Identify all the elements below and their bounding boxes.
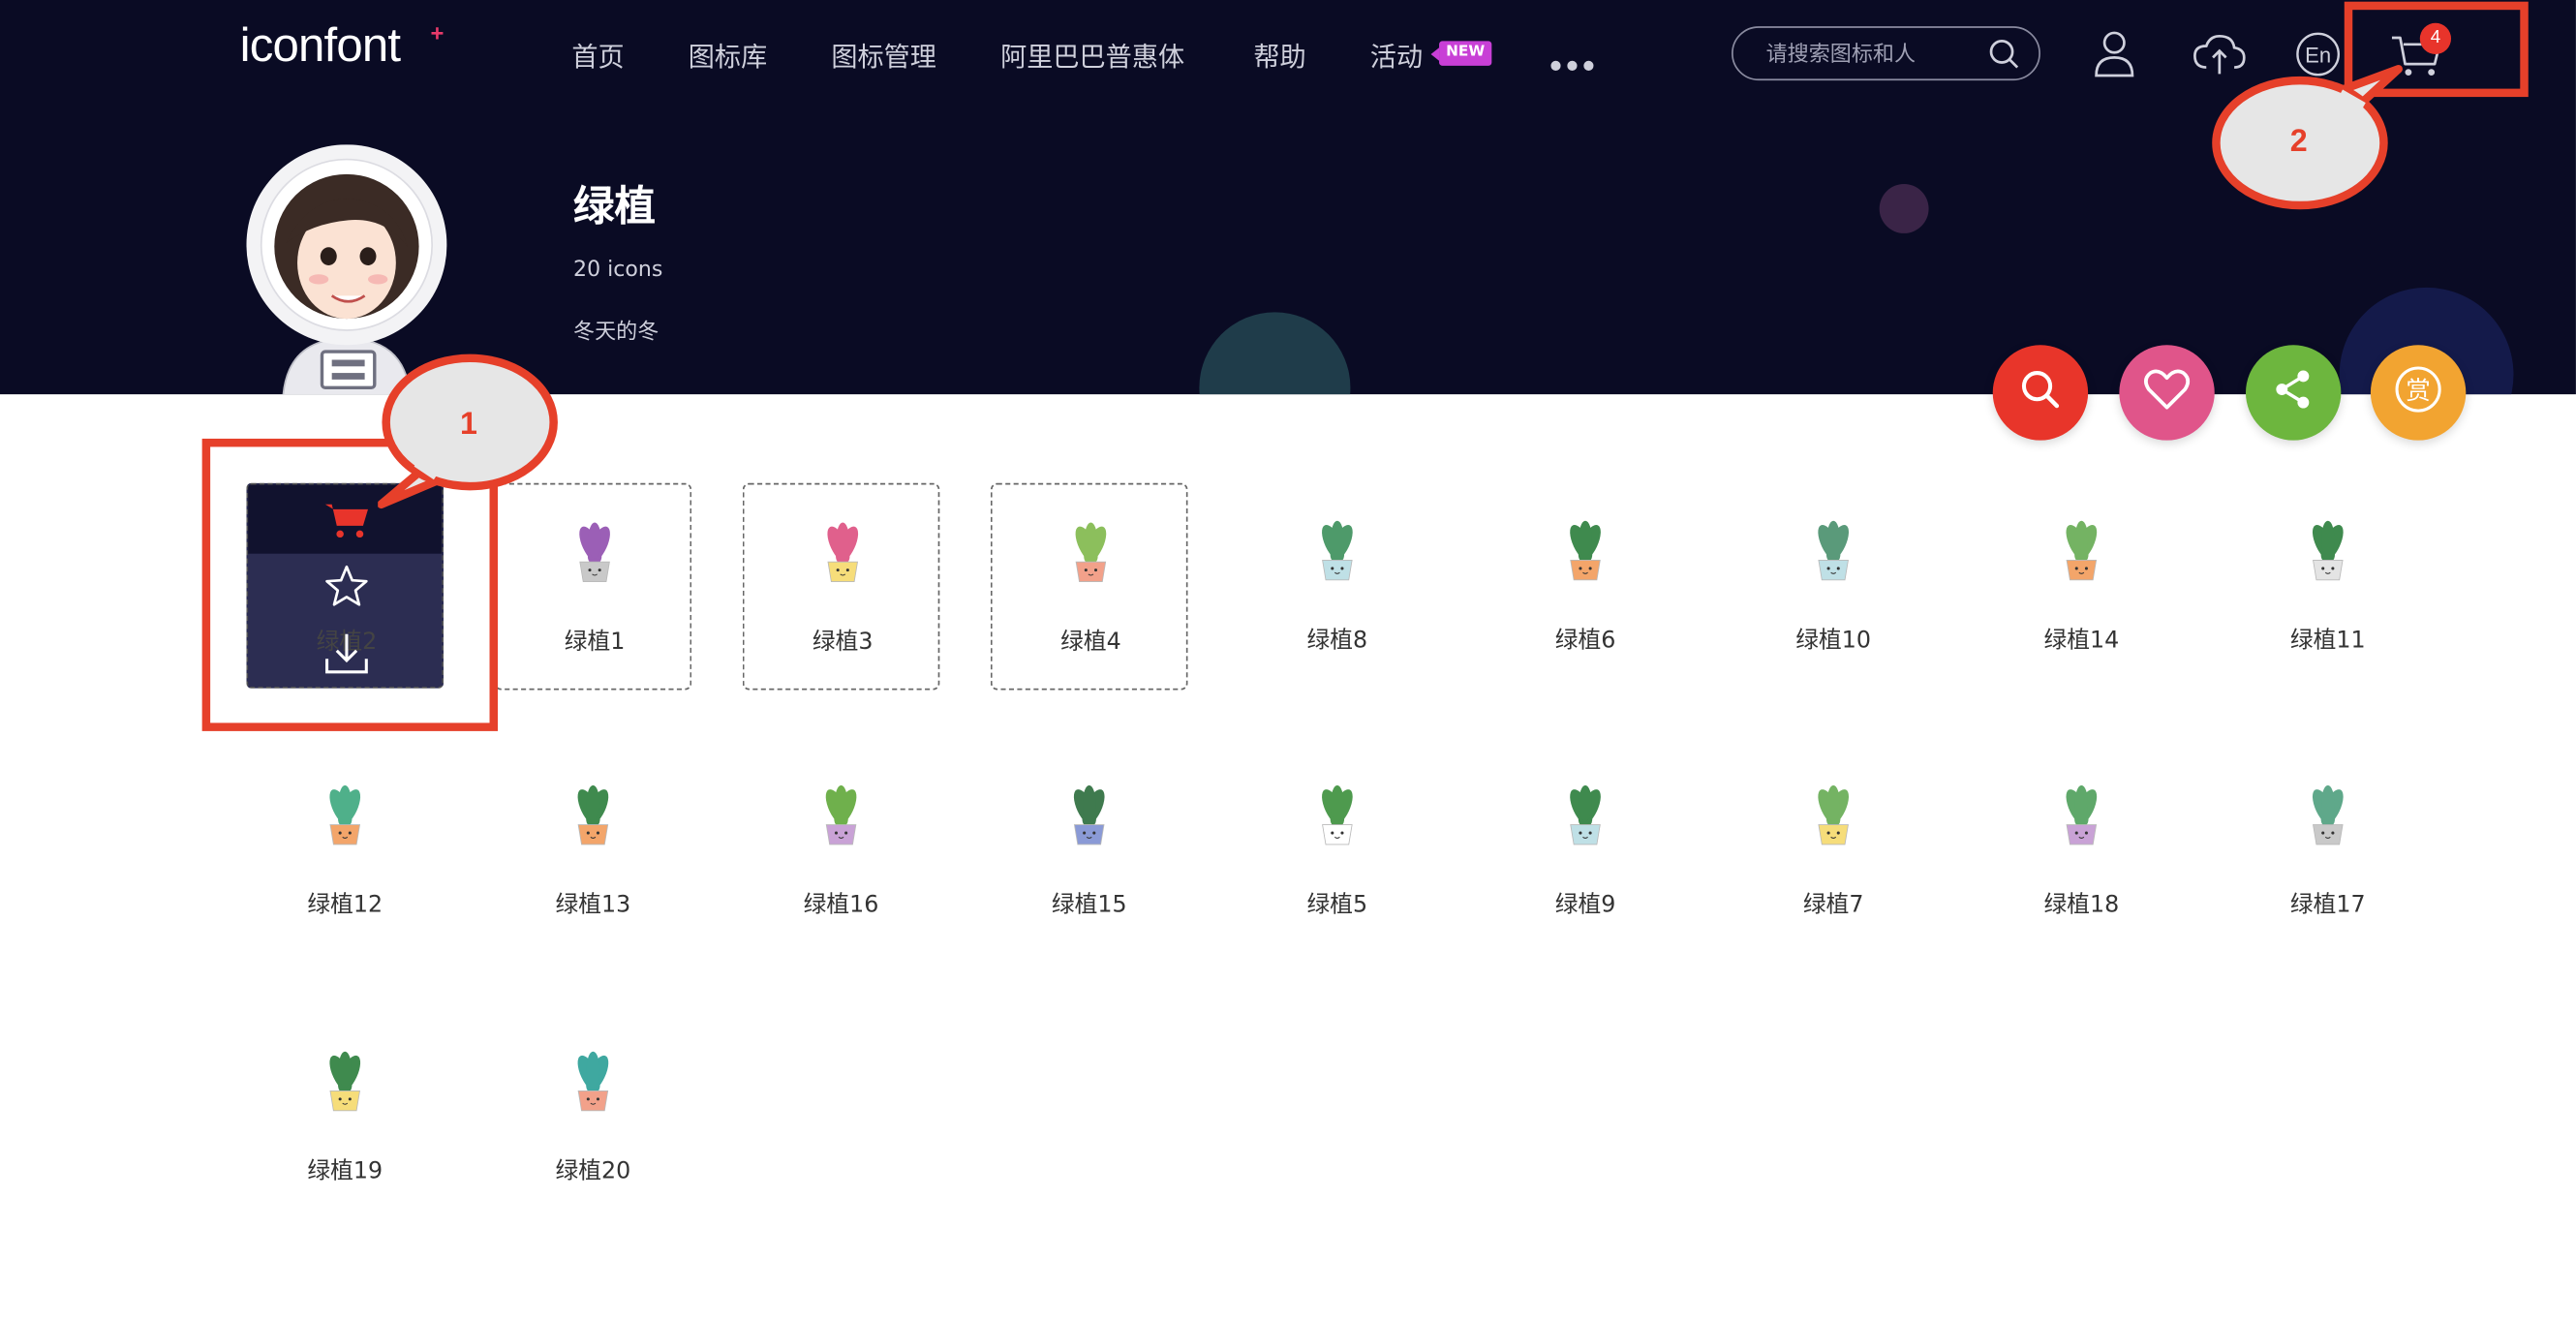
plant-icon bbox=[2066, 520, 2098, 581]
icon-card[interactable]: 绿植4 bbox=[990, 482, 1188, 691]
reward-button[interactable]: 赏 bbox=[2370, 345, 2467, 441]
plant-icon bbox=[329, 784, 361, 845]
icon-label: 绿植18 bbox=[2043, 892, 2120, 919]
icon-label: 绿植12 bbox=[307, 892, 383, 919]
share-button[interactable] bbox=[2245, 345, 2342, 441]
icon-card[interactable]: 绿植5 bbox=[1239, 748, 1436, 955]
icon-card[interactable]: 绿植8 bbox=[1239, 483, 1436, 691]
plant-icon bbox=[2312, 784, 2344, 845]
plant-icon bbox=[329, 1051, 361, 1112]
logo[interactable]: iconfont bbox=[240, 19, 401, 74]
icon-label: 绿植4 bbox=[1060, 629, 1121, 656]
plant-icon bbox=[579, 522, 610, 582]
plant-icon bbox=[577, 1051, 609, 1112]
favorite-button[interactable] bbox=[2119, 345, 2215, 441]
icon-label: 绿植13 bbox=[555, 892, 631, 919]
plant-icon bbox=[1818, 520, 1850, 581]
nav-icon-library[interactable]: 图标库 bbox=[689, 35, 767, 75]
nav-help[interactable]: 帮助 bbox=[1253, 35, 1305, 75]
plant-icon bbox=[1075, 522, 1107, 582]
project-title: 绿植 bbox=[573, 182, 656, 230]
icon-card[interactable]: 绿植15 bbox=[991, 748, 1188, 955]
search-box bbox=[1732, 26, 2040, 81]
icon-label: 绿植10 bbox=[1795, 628, 1872, 655]
share-icon bbox=[2272, 368, 2315, 417]
icon-card[interactable]: 绿植18 bbox=[1983, 748, 2181, 955]
plant-icon bbox=[1570, 520, 1601, 581]
plant-icon bbox=[2066, 784, 2098, 845]
plant-icon bbox=[577, 784, 609, 845]
icon-label: 绿植6 bbox=[1554, 628, 1616, 655]
icon-card[interactable]: 绿植11 bbox=[2229, 483, 2427, 691]
reward-label: 赏 bbox=[2406, 376, 2430, 405]
decor-bubble bbox=[1879, 183, 1929, 233]
icon-card[interactable]: 绿植12 bbox=[246, 748, 444, 955]
plant-icon bbox=[1818, 784, 1850, 845]
plant-icon bbox=[1570, 784, 1601, 845]
icon-label: 绿植9 bbox=[1554, 892, 1616, 919]
search-project-button[interactable] bbox=[1992, 345, 2089, 441]
icon-label: 绿植15 bbox=[1051, 892, 1127, 919]
icon-label: 绿植11 bbox=[2289, 628, 2366, 655]
icon-label: 绿植3 bbox=[812, 629, 874, 656]
search-icon[interactable] bbox=[1988, 38, 2021, 77]
header-banner: iconfont + 首页 图标库 图标管理 阿里巴巴普惠体 帮助 活动 NEW… bbox=[0, 0, 2576, 395]
search-input[interactable] bbox=[1765, 38, 1980, 71]
icon-label: 绿植7 bbox=[1802, 892, 1864, 919]
icon-count: 20 icons bbox=[573, 258, 663, 283]
icon-card[interactable]: 绿植10 bbox=[1734, 483, 1932, 691]
icon-card[interactable]: 绿植16 bbox=[743, 748, 940, 955]
plant-icon bbox=[827, 522, 859, 582]
more-menu-icon[interactable] bbox=[1550, 46, 1600, 77]
icon-card[interactable]: 绿植14 bbox=[1983, 483, 2181, 691]
search-icon bbox=[2019, 368, 2062, 417]
icon-label: 绿植17 bbox=[2289, 892, 2366, 919]
nav-puhuiti-font[interactable]: 阿里巴巴普惠体 bbox=[1000, 35, 1184, 75]
icon-card[interactable]: 绿植7 bbox=[1734, 748, 1932, 955]
nav-icon-management[interactable]: 图标管理 bbox=[831, 35, 936, 75]
icon-card[interactable]: 绿植17 bbox=[2229, 748, 2427, 955]
icon-card[interactable]: 绿植9 bbox=[1487, 748, 1684, 955]
icon-card[interactable]: 绿植19 bbox=[246, 1014, 444, 1221]
icon-label: 绿植8 bbox=[1306, 628, 1368, 655]
icon-label: 绿植20 bbox=[555, 1157, 631, 1185]
new-badge: NEW bbox=[1430, 41, 1492, 66]
icon-card[interactable]: 绿植6 bbox=[1487, 483, 1684, 691]
page: iconfont + 首页 图标库 图标管理 阿里巴巴普惠体 帮助 活动 NEW… bbox=[0, 0, 2576, 1315]
annotation-label-1: 1 bbox=[459, 407, 477, 443]
icon-label: 绿植5 bbox=[1306, 892, 1368, 919]
decor-bubble bbox=[1199, 312, 1351, 395]
icon-label: 绿植19 bbox=[307, 1157, 383, 1185]
icon-label: 绿植16 bbox=[803, 892, 879, 919]
plant-icon bbox=[1322, 520, 1353, 581]
icon-label: 绿植1 bbox=[564, 629, 626, 656]
reward-icon: 赏 bbox=[2394, 365, 2443, 421]
icon-label: 绿植14 bbox=[2043, 628, 2120, 655]
heart-icon bbox=[2144, 368, 2191, 417]
user-icon[interactable] bbox=[2093, 30, 2135, 86]
annotation-label-2: 2 bbox=[2289, 124, 2308, 160]
nav-home[interactable]: 首页 bbox=[571, 35, 624, 75]
logo-plus: + bbox=[430, 19, 445, 46]
nav-activity[interactable]: 活动 bbox=[1370, 35, 1423, 75]
plant-icon bbox=[1322, 784, 1353, 845]
plant-icon bbox=[1073, 784, 1105, 845]
plant-icon bbox=[825, 784, 857, 845]
project-author[interactable]: 冬天的冬 bbox=[573, 314, 659, 345]
icon-card[interactable]: 绿植3 bbox=[742, 482, 940, 691]
plant-icon bbox=[2312, 520, 2344, 581]
icon-card[interactable]: 绿植13 bbox=[495, 748, 692, 955]
icon-card[interactable]: 绿植20 bbox=[495, 1014, 692, 1221]
